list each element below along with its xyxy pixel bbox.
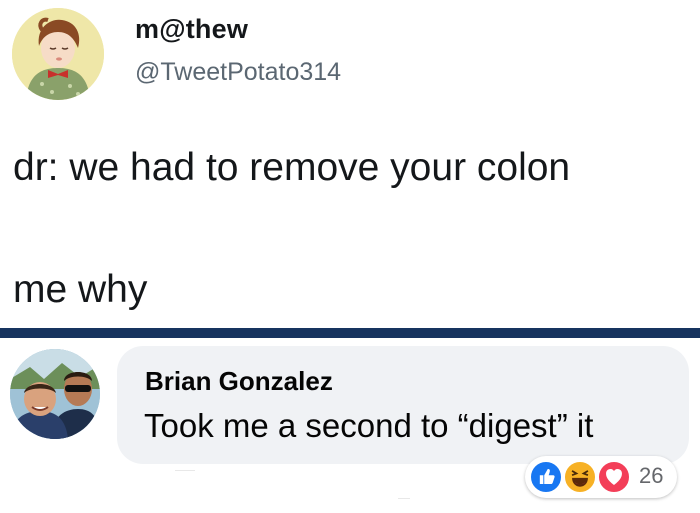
tweet-text-line: me why — [13, 268, 148, 311]
tweet-handle[interactable]: @TweetPotato314 — [135, 58, 341, 87]
comment-author-name[interactable]: Brian Gonzalez — [145, 366, 333, 397]
tweet-text-line: dr: we had to remove your colon — [13, 146, 571, 189]
artifact-line — [398, 498, 410, 499]
comment-bubble: Brian Gonzalez Took me a second to “dige… — [117, 346, 689, 464]
comment-text: Took me a second to “digest” it — [144, 407, 594, 444]
divider-bar — [0, 328, 700, 338]
haha-icon — [563, 460, 597, 494]
love-icon — [597, 460, 631, 494]
artifact-line — [175, 470, 195, 471]
tweet-display-name[interactable]: m@thew — [135, 14, 248, 45]
reaction-count: 26 — [639, 463, 664, 488]
tweet-card: m@thew @TweetPotato314 dr: we had to rem… — [0, 0, 700, 328]
tweet-avatar[interactable] — [12, 8, 104, 100]
commenter-photo-image — [10, 349, 100, 439]
commenter-avatar[interactable] — [10, 349, 100, 439]
like-icon — [529, 460, 563, 494]
child-portrait-avatar-image — [12, 8, 104, 100]
reaction-summary[interactable]: 26 — [525, 456, 677, 498]
